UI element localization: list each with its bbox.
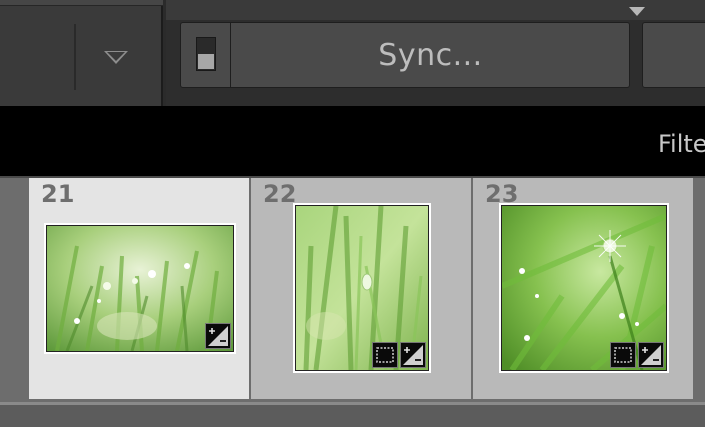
- sync-button-label: Sync...: [378, 37, 483, 73]
- photo-thumbnail[interactable]: [44, 223, 236, 354]
- photo-image: [295, 205, 429, 371]
- crop-icon[interactable]: [610, 342, 636, 368]
- panel-menu-button[interactable]: [78, 24, 158, 90]
- auto-sync-switch-icon: [196, 37, 216, 71]
- cell-number: 22: [263, 180, 297, 208]
- reset-button[interactable]: [642, 22, 705, 88]
- filmstrip-cell[interactable]: 22: [251, 178, 471, 399]
- left-toolbar-panel: [0, 0, 163, 106]
- toolbar-divider: [74, 24, 76, 90]
- filmstrip-filter-bar: Filte: [0, 106, 705, 176]
- sync-button-group: Sync...: [180, 22, 630, 88]
- cell-number: 21: [41, 180, 75, 208]
- filmstrip-scrollbar[interactable]: [0, 402, 705, 427]
- exposure-adjusted-icon[interactable]: [638, 342, 664, 368]
- filmstrip: 21 22 23: [0, 176, 705, 402]
- chevron-down-icon: [104, 51, 128, 64]
- left-panel-header-strip: [0, 0, 163, 6]
- photo-thumbnail[interactable]: [499, 203, 669, 373]
- triangle-down-icon[interactable]: [629, 7, 645, 16]
- right-panel-header-strip: [166, 0, 705, 20]
- exposure-adjusted-icon[interactable]: [205, 323, 231, 349]
- photo-image: [501, 205, 667, 371]
- crop-icon[interactable]: [372, 342, 398, 368]
- photo-image: [46, 225, 234, 352]
- filter-label[interactable]: Filte: [658, 130, 705, 158]
- sync-button[interactable]: Sync...: [232, 23, 629, 87]
- right-toolbar-panel: Sync...: [166, 0, 705, 106]
- exposure-adjusted-icon[interactable]: [400, 342, 426, 368]
- filmstrip-cell[interactable]: 23: [473, 178, 693, 399]
- auto-sync-switch-button[interactable]: [181, 23, 231, 87]
- filmstrip-cell[interactable]: 21: [29, 178, 249, 399]
- photo-thumbnail[interactable]: [293, 203, 431, 373]
